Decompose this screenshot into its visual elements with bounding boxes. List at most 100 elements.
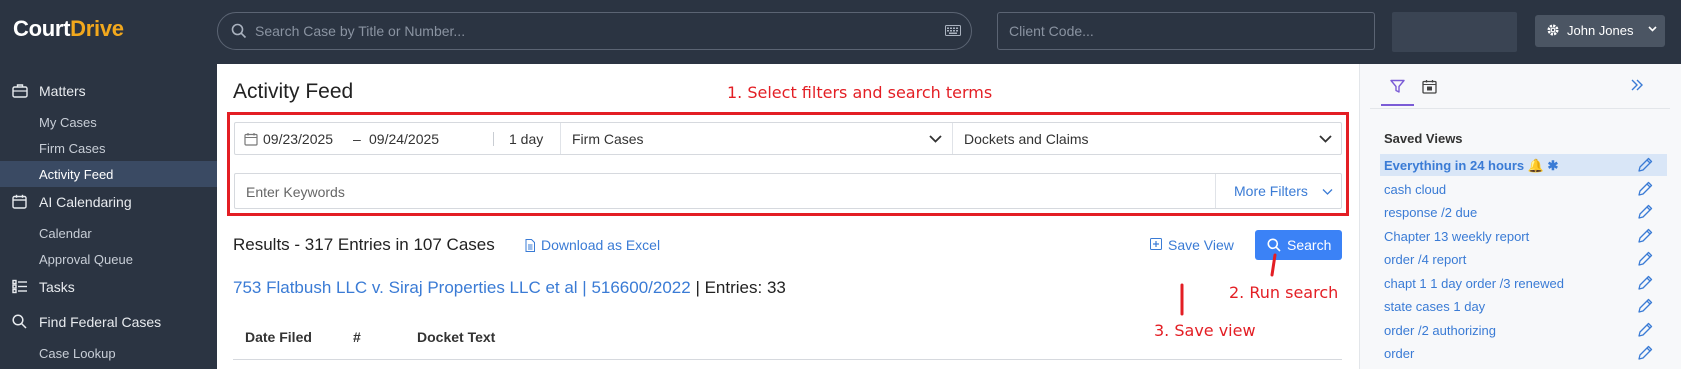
client-code-input[interactable]: Client Code... [997,12,1375,50]
sidebar-item-approval-queue[interactable]: Approval Queue [0,246,217,272]
case-search-input[interactable]: Search Case by Title or Number... [217,12,972,50]
case-title-link[interactable]: 753 Flatbush LLC v. Siraj Properties LLC… [233,278,691,297]
date-range-picker[interactable]: 09/23/2025 – 09/24/2025 1 day [235,123,550,154]
case-heading: 753 Flatbush LLC v. Siraj Properties LLC… [233,278,786,298]
saved-view-label: state cases 1 day [1384,299,1486,314]
excel-icon [525,239,535,252]
sidebar-item-case-lookup[interactable]: Case Lookup [0,340,217,366]
saved-views-title: Saved Views [1384,131,1463,146]
sidebar-item-activity-feed[interactable]: Activity Feed [0,161,217,187]
saved-view-item[interactable]: state cases 1 day [1380,295,1667,317]
saved-view-label: Everything in 24 hours 🔔 ✱ [1384,158,1559,173]
annotation-step3: 3. Save view [1154,321,1256,340]
expand-panel-icon[interactable] [1630,78,1644,92]
sidebar-label: Calendar [39,226,92,241]
keyboard-icon[interactable] [945,25,961,36]
logo-text-court: Court [13,16,71,41]
saved-view-item[interactable]: response /2 due [1380,201,1667,223]
sidebar-item-my-cases[interactable]: My Cases [0,109,217,135]
column-header-number[interactable]: # [353,329,361,345]
logo[interactable]: CourtDrive [13,16,124,42]
saved-view-label: order [1384,346,1415,361]
saved-view-item[interactable]: order /2 authorizing [1380,319,1667,341]
sidebar-item-ai-calendaring[interactable]: AI Calendaring [0,189,217,215]
document-type-value: Dockets and Claims [964,131,1089,147]
sidebar-label: Firm Cases [39,141,106,156]
saved-view-item[interactable]: Everything in 24 hours 🔔 ✱ [1380,154,1667,176]
tab-filters[interactable] [1381,76,1414,106]
search-placeholder: Search Case by Title or Number... [255,23,466,39]
sidebar-item-firm-cases[interactable]: Firm Cases [0,135,217,161]
page-title: Activity Feed [233,80,354,103]
table-header-divider [233,359,1342,360]
column-header-date-filed[interactable]: Date Filed [245,329,312,345]
calendar-icon [244,133,258,146]
saved-view-label: cash cloud [1384,181,1447,197]
sidebar-label: AI Calendaring [39,194,132,210]
sidebar-label: Find Federal Cases [39,314,162,330]
download-excel-label: Download as Excel [541,237,661,253]
pencil-icon[interactable] [1636,156,1654,177]
date-dash: – [353,131,361,147]
column-header-docket-text[interactable]: Docket Text [417,329,495,345]
sidebar-item-find-federal-cases[interactable]: Find Federal Cases [0,309,217,335]
logo-text-drive: Drive [70,16,124,41]
sidebar-label: Approval Queue [39,252,133,267]
divider [493,132,494,146]
gear-icon [1547,24,1559,36]
keyword-row: Enter Keywords More Filters [234,173,1342,209]
calendar-icon [12,194,27,209]
saved-view-label: order /4 report [1384,252,1467,267]
save-view-icon [1150,238,1162,250]
chevron-down-icon [1322,189,1333,195]
sidebar-item-matters[interactable]: Matters [0,78,217,104]
pencil-icon[interactable] [1636,203,1654,224]
user-menu-button[interactable]: John Jones [1535,15,1665,47]
top-bar: CourtDrive Search Case by Title or Numbe… [0,0,1681,64]
saved-view-item[interactable]: order /4 report [1380,248,1667,270]
sidebar-label: Tasks [39,279,75,295]
results-summary: Results - 317 Entries in 107 Cases [233,235,495,254]
sidebar-label: Matters [39,83,86,99]
annotation-step1: 1. Select filters and search terms [727,83,993,102]
search-icon [12,314,27,329]
pencil-icon[interactable] [1636,297,1654,318]
filter-row: 09/23/2025 – 09/24/2025 1 day Firm Cases… [234,122,1342,155]
sidebar-item-calendar[interactable]: Calendar [0,220,217,246]
tab-calendar[interactable] [1420,76,1446,106]
document-type-select[interactable]: Dockets and Claims [953,123,1343,154]
case-scope-select[interactable]: Firm Cases [561,123,951,154]
saved-view-item[interactable]: chapt 1 1 day order /3 renewed [1380,272,1667,294]
search-icon [231,23,247,39]
pencil-icon[interactable] [1636,344,1654,365]
pencil-icon[interactable] [1636,321,1654,342]
saved-view-item[interactable]: Chapter 13 weekly report [1380,225,1667,247]
client-code-placeholder: Client Code... [1009,23,1094,39]
case-scope-value: Firm Cases [572,131,644,147]
calendar-icon [1422,80,1437,94]
saved-view-item[interactable]: order [1380,342,1667,364]
pencil-icon[interactable] [1636,227,1654,248]
chevron-down-icon [1648,26,1657,32]
case-separator: | [690,278,705,297]
pencil-icon[interactable] [1636,180,1654,201]
sidebar-label: Activity Feed [39,167,114,182]
search-button-label: Search [1287,237,1332,253]
saved-view-label: Chapter 13 weekly report [1384,228,1530,244]
keywords-placeholder: Enter Keywords [246,184,345,200]
chevron-down-icon [929,135,942,143]
briefcase-icon [12,84,28,98]
saved-view-label: response /2 due [1384,205,1478,220]
date-to: 09/24/2025 [369,131,440,147]
date-from: 09/23/2025 [263,131,334,147]
saved-view-item[interactable]: cash cloud [1380,178,1667,200]
sidebar-item-tasks[interactable]: Tasks [0,274,217,300]
pencil-icon[interactable] [1636,250,1654,271]
pencil-icon[interactable] [1636,274,1654,295]
panel-divider [1370,108,1670,109]
keywords-input[interactable]: Enter Keywords [235,174,1215,208]
header-blank-slot [1392,12,1517,52]
sidebar: Matters My Cases Firm Cases Activity Fee… [0,64,217,369]
annotation-step2: 2. Run search [1229,283,1339,302]
more-filters-button[interactable]: More Filters [1216,174,1343,208]
